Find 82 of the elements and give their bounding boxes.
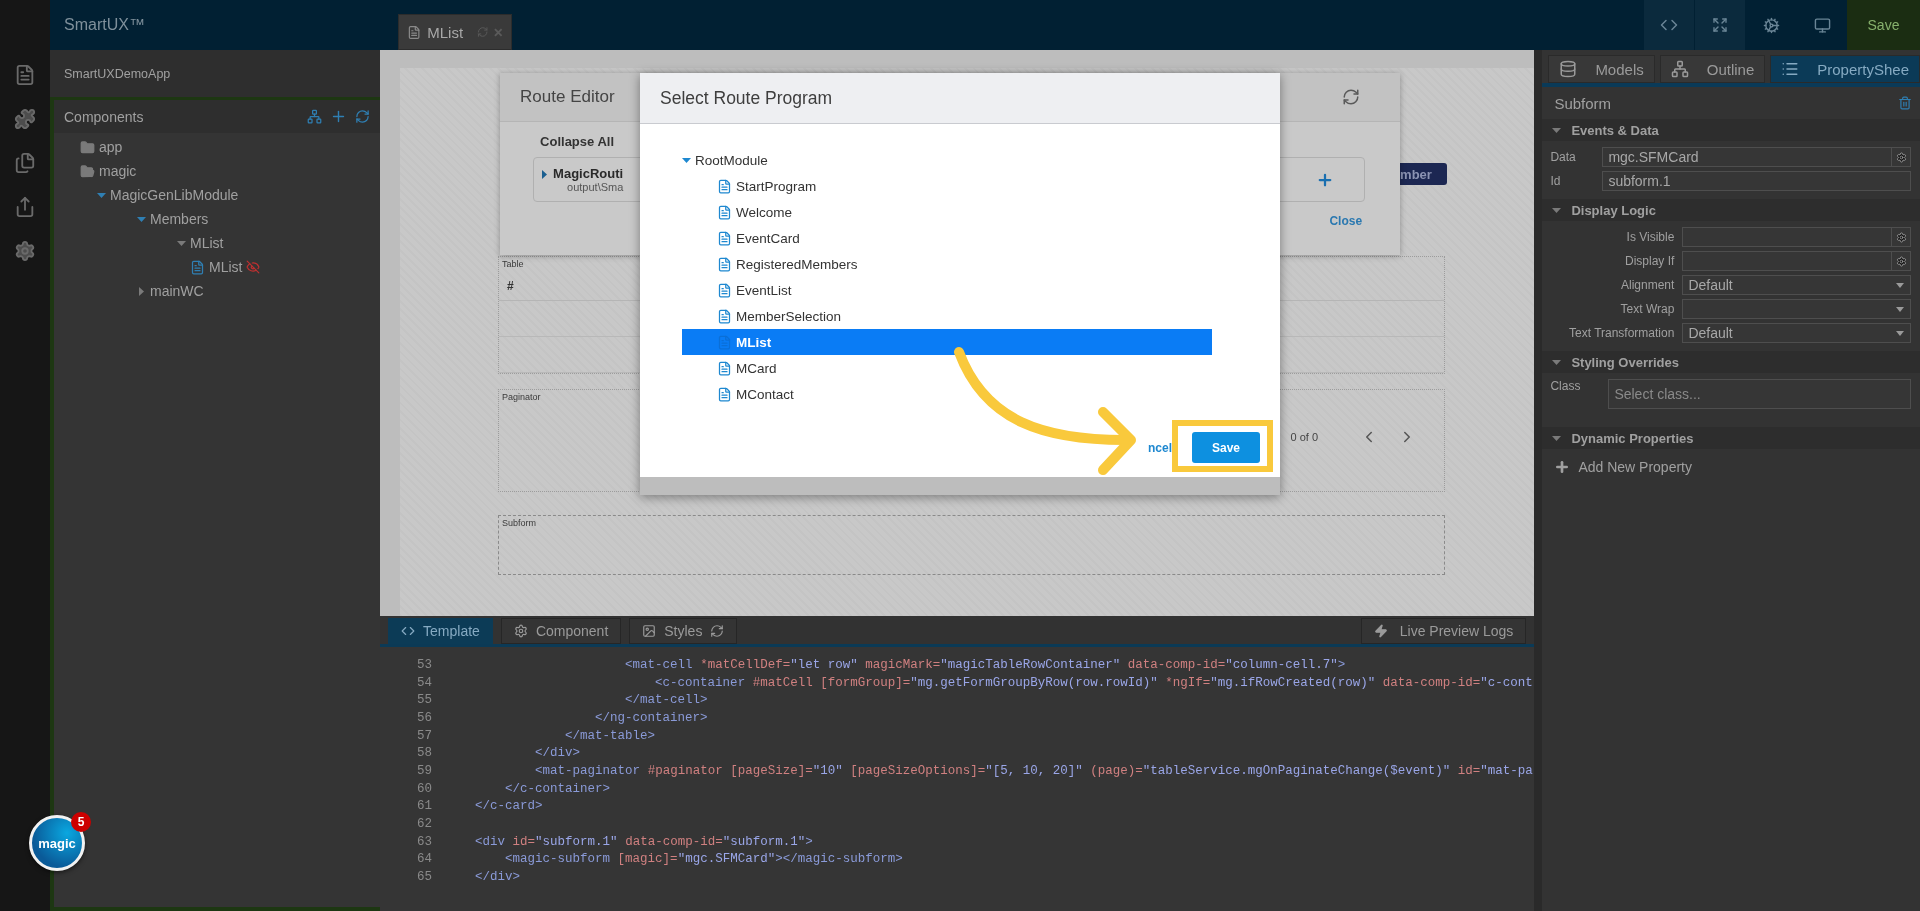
- property-label: Is Visible: [1625, 230, 1675, 244]
- property-label: Text Wrap: [1619, 302, 1675, 316]
- code-line: </div>: [534, 746, 581, 761]
- editor-tab[interactable]: Component: [500, 618, 622, 644]
- editor-tab[interactable]: Styles: [629, 618, 738, 644]
- property-field[interactable]: Select class...: [1608, 379, 1911, 409]
- program-row[interactable]: MCard: [682, 355, 1212, 381]
- panel-title: Components: [64, 108, 145, 125]
- line-number: 57: [416, 728, 433, 743]
- tree-item[interactable]: MagicGenLibModule: [110, 187, 239, 203]
- panel-tab[interactable]: Models: [1548, 55, 1655, 83]
- member-button[interactable]: mber: [1400, 163, 1448, 185]
- code-line: </ng-container>: [594, 710, 708, 725]
- tree-item[interactable]: MList: [190, 235, 224, 251]
- dialog-title: Select Route Program: [660, 87, 833, 109]
- add-property-link[interactable]: Add New Property: [1578, 459, 1692, 475]
- code-line: <mat-cell *matCellDef="let row" magicMark="magicTableRowContainer" data-comp-id="column-cell.7">: [624, 657, 1346, 672]
- tree-item[interactable]: magic: [99, 163, 137, 179]
- page-range: 0 of 0: [1290, 431, 1319, 443]
- panel-tab[interactable]: PropertyShee: [1770, 55, 1920, 83]
- line-number: 65: [416, 870, 433, 885]
- code-line: <c-container #matCell [formGroup]="mg.getFormGroupByRow(row.rowId)" *ngIf="mg.ifRowCreated(row)" data-comp-id="c-cont: [654, 675, 1533, 690]
- section-title[interactable]: Events & Data: [1571, 122, 1659, 138]
- tree-item[interactable]: MList: [209, 259, 243, 275]
- block-label: Paginator: [501, 391, 542, 404]
- property-label: Data: [1550, 150, 1577, 164]
- property-label: Class: [1550, 379, 1582, 393]
- column-header: #: [507, 278, 514, 293]
- save-button[interactable]: Save: [1847, 0, 1920, 50]
- property-label: Text Transformation: [1568, 326, 1675, 340]
- code-line: <div id="subform.1" data-comp-id="subform.1">: [474, 834, 813, 849]
- program-row[interactable]: MContact: [682, 381, 1212, 407]
- property-label: Display If: [1624, 254, 1675, 268]
- program-row[interactable]: StartProgram: [682, 173, 1212, 199]
- code-line: </mat-table>: [564, 728, 656, 743]
- line-number: 55: [416, 693, 433, 708]
- app-title: SmartUX™: [63, 15, 146, 35]
- section-title[interactable]: Display Logic: [1571, 202, 1656, 218]
- program-row[interactable]: EventList: [682, 277, 1212, 303]
- code-line: </div>: [474, 870, 521, 885]
- cancel-link[interactable]: ncel: [1148, 440, 1172, 455]
- code-line: <magic-subform [magic]="mgc.SFMCard"></magic-subform>: [504, 852, 903, 867]
- save-button[interactable]: Save: [1192, 432, 1260, 463]
- line-number: 54: [416, 675, 433, 690]
- line-number: 60: [416, 781, 433, 796]
- tree-item[interactable]: RootModule: [695, 152, 768, 168]
- program-row[interactable]: Welcome: [682, 199, 1212, 225]
- property-select[interactable]: Default: [1682, 275, 1911, 295]
- program-row[interactable]: EventCard: [682, 225, 1212, 251]
- live-preview-logs-button[interactable]: Live Preview Logs: [1360, 618, 1527, 644]
- line-number: 56: [416, 710, 433, 725]
- program-row[interactable]: MemberSelection: [682, 303, 1212, 329]
- tree-item[interactable]: mainWC: [150, 283, 204, 299]
- line-number: 61: [416, 799, 433, 814]
- property-field[interactable]: subform.1: [1602, 171, 1911, 191]
- code-line: </mat-cell>: [624, 693, 708, 708]
- line-number: 53: [416, 657, 433, 672]
- program-row[interactable]: MList: [682, 329, 1212, 355]
- panel-tab[interactable]: Outline: [1659, 55, 1766, 83]
- property-field[interactable]: mgc.SFMCard: [1602, 147, 1911, 167]
- line-number: 63: [416, 834, 433, 849]
- property-label: Alignment: [1620, 278, 1675, 292]
- program-row[interactable]: RegisteredMembers: [682, 251, 1212, 277]
- tree-item[interactable]: app: [99, 139, 123, 155]
- code-line: </c-container>: [504, 781, 611, 796]
- editor-tab[interactable]: Template: [388, 618, 493, 644]
- dialog-title: Route Editor: [520, 87, 615, 107]
- tree-item[interactable]: Members: [150, 211, 209, 227]
- close-link[interactable]: Close: [1329, 214, 1363, 228]
- property-select[interactable]: Default: [1682, 323, 1911, 343]
- route-path: output\Sma: [567, 181, 624, 193]
- code-line: <mat-paginator #paginator [pageSize]="10" [pageSizeOptions]="[5, 10, 20]" (page)="tableService.mgOnPaginateChange($event)" id="mat-pa: [534, 763, 1533, 778]
- route-name: MagicRouti: [553, 166, 624, 181]
- line-number: 64: [416, 852, 433, 867]
- block-label: Table: [501, 258, 525, 271]
- line-number: 59: [416, 763, 433, 778]
- component-title: Subform: [1554, 94, 1612, 112]
- block-label: Subform: [501, 517, 538, 530]
- line-number: 58: [416, 746, 433, 761]
- property-label: Id: [1550, 174, 1562, 188]
- line-number: 62: [416, 817, 433, 832]
- code-line: </c-card>: [474, 799, 543, 814]
